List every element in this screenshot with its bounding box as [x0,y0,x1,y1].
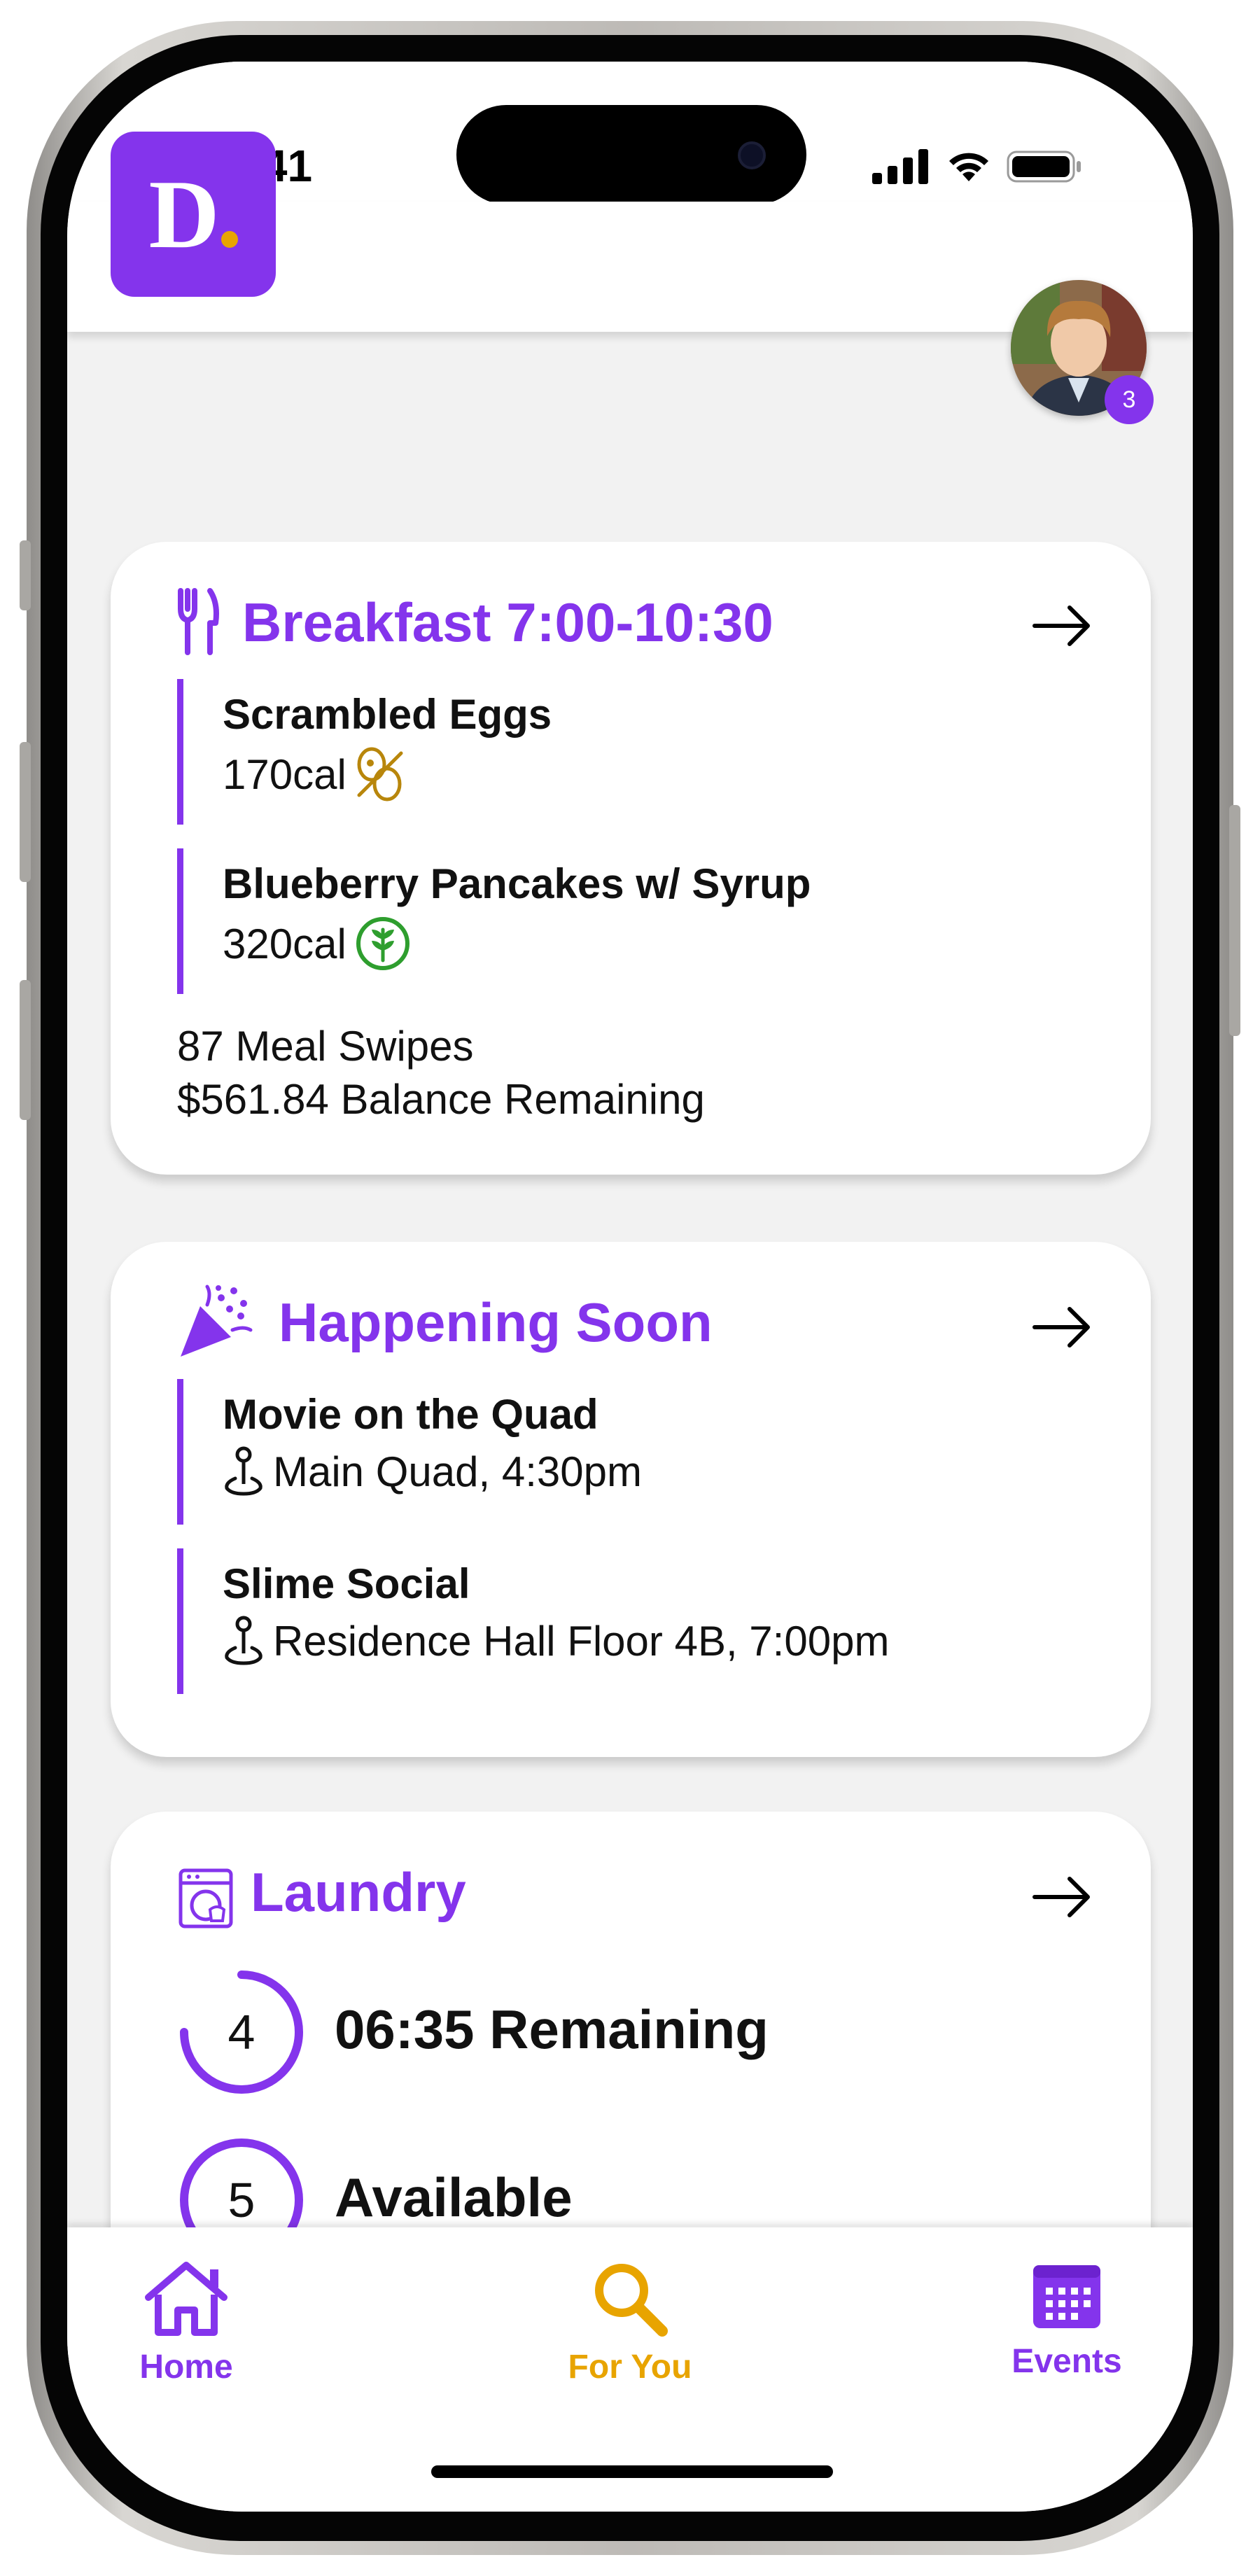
menu-item-details: 320cal [223,916,411,972]
power-button [1229,805,1240,1036]
tab-label: Home [139,2348,233,2386]
breakfast-card[interactable]: Breakfast 7:00-10:30 Scrambled Eggs 170c… [111,542,1151,1175]
volume-down-button [20,980,31,1120]
tab-label: For You [568,2348,692,2386]
screen: 9:41 D [67,62,1193,2512]
machine-status: 06:35 Remaining [335,1998,769,2060]
home-icon [145,2262,227,2336]
fork-knife-icon [178,588,219,655]
menu-item-name: Scrambled Eggs [223,691,552,738]
menu-item-calories: 320cal [223,920,346,967]
event-name: Slime Social [223,1560,470,1607]
balance-remaining: $561.84 Balance Remaining [177,1076,705,1123]
tab-events[interactable]: Events [976,2260,1158,2381]
meal-swipes: 87 Meal Swipes [177,1023,474,1070]
tab-home[interactable]: Home [95,2260,277,2386]
arrow-right-icon[interactable] [1032,1876,1092,1918]
calendar-icon [1033,2265,1100,2328]
event-item[interactable]: Slime Social Residence Hall Floor 4B, 7:… [177,1548,1087,1694]
events-title: Happening Soon [279,1292,713,1353]
event-location: Residence Hall Floor 4B, 7:00pm [273,1617,890,1665]
event-name: Movie on the Quad [223,1391,598,1438]
cellular-signal-icon [872,149,928,184]
logo-letter: D [148,160,219,269]
tab-for-you[interactable]: For You [539,2260,721,2386]
home-indicator [431,2465,833,2478]
event-location: Main Quad, 4:30pm [273,1448,642,1495]
washing-machine-icon [178,1868,233,1928]
event-item[interactable]: Movie on the Quad Main Quad, 4:30pm [177,1379,1087,1525]
location-pin-icon [225,1616,262,1665]
machine-status: Available [335,2166,573,2228]
menu-item[interactable]: Blueberry Pancakes w/ Syrup 320cal [177,848,1017,994]
breakfast-title: Breakfast 7:00-10:30 [242,592,774,653]
egg-allergen-icon [357,747,403,802]
app-logo[interactable]: D [111,132,276,297]
action-button [20,540,31,610]
menu-item-name: Blueberry Pancakes w/ Syrup [223,860,811,907]
arrow-right-icon[interactable] [1032,605,1092,647]
vegetarian-icon [356,917,410,970]
battery-icon [1007,150,1081,183]
search-icon [595,2264,668,2337]
party-popper-icon [181,1284,253,1357]
status-icons [872,147,1082,186]
laundry-title: Laundry [251,1861,466,1923]
event-details: Main Quad, 4:30pm [223,1446,642,1497]
front-camera [738,141,766,169]
menu-item-details: 170cal [223,746,405,802]
tab-label: Events [1011,2343,1122,2380]
event-details: Residence Hall Floor 4B, 7:00pm [223,1616,889,1666]
location-pin-icon [225,1446,262,1496]
notification-badge: 3 [1105,375,1154,424]
events-card[interactable]: Happening Soon Movie on the Quad Main Qu… [111,1242,1151,1757]
machine-number: 4 [227,2005,255,2059]
logo-dot [220,231,238,248]
menu-item[interactable]: Scrambled Eggs 170cal [177,679,1017,825]
volume-up-button [20,742,31,882]
dynamic-island [456,105,806,204]
arrow-right-icon[interactable] [1032,1306,1092,1348]
wifi-icon [949,153,988,181]
menu-item-calories: 170cal [223,750,346,798]
